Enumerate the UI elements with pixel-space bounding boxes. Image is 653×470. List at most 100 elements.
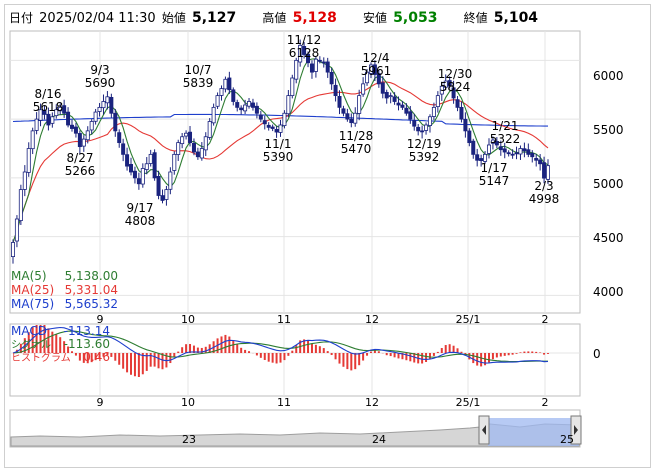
- ma75-legend-name: MA(75): [11, 297, 54, 311]
- candle-body: [431, 106, 436, 117]
- annotation-price: 5390: [263, 150, 294, 164]
- candle-body: [18, 189, 23, 221]
- candle-body: [357, 95, 362, 114]
- candle-body: [66, 111, 71, 126]
- candle-body: [486, 144, 491, 154]
- navigator-left-handle[interactable]: [478, 415, 490, 445]
- candle-body: [89, 121, 94, 131]
- annotation-price: 5470: [341, 142, 372, 156]
- month-label: 10: [181, 396, 195, 409]
- annotation-price: 5961: [361, 64, 392, 78]
- candle-body: [424, 124, 429, 131]
- candle-body: [380, 82, 385, 94]
- candle-body: [125, 154, 130, 167]
- candle-body: [266, 124, 271, 128]
- annotation-price: 5690: [85, 76, 116, 90]
- candle-body: [191, 142, 196, 153]
- candle-body: [121, 143, 126, 155]
- candle-body: [290, 77, 295, 96]
- candle-body: [223, 78, 228, 90]
- candle-body: [30, 130, 35, 150]
- candle-body: [471, 140, 476, 155]
- price-tick: 4000: [593, 285, 624, 299]
- candle-body: [188, 131, 193, 144]
- candle-body: [325, 61, 330, 73]
- candle-body: [542, 162, 547, 179]
- candle-body: [101, 101, 106, 109]
- candle-body: [50, 116, 55, 124]
- candle-body: [160, 195, 165, 201]
- candle-body: [132, 170, 137, 179]
- candle-body: [420, 130, 425, 133]
- ma-legend: MA(5) 5,138.00 MA(25) 5,331.04 MA(75) 5,…: [11, 269, 118, 311]
- candle-body: [129, 164, 134, 173]
- candle-body: [309, 63, 314, 73]
- candle-body: [195, 151, 200, 158]
- candle-body: [333, 84, 338, 97]
- candle-body: [140, 168, 145, 185]
- candle-body: [227, 77, 232, 91]
- candle-body: [427, 116, 432, 126]
- ma5-legend-name: MA(5): [11, 269, 47, 283]
- candle-body: [113, 112, 118, 132]
- navigator-year-label: 24: [372, 433, 386, 446]
- annotation-date: 2/3: [534, 179, 553, 193]
- annotation-date: 11/28: [339, 129, 374, 143]
- ma25-legend-value: 5,331.04: [65, 283, 118, 297]
- hist-legend-name: ヒストグラム: [11, 351, 71, 364]
- candle-body: [498, 146, 503, 151]
- annotation-price: 5618: [33, 100, 64, 114]
- candle-body: [10, 242, 15, 258]
- price-axis: 6000 5500 5000 4500 4000: [593, 69, 624, 299]
- macd-legend-name: MACD: [11, 324, 47, 338]
- candle-body: [341, 108, 346, 114]
- candle-body: [180, 136, 185, 145]
- candle-body: [467, 130, 472, 144]
- candle-body: [514, 152, 519, 155]
- candle-body: [530, 153, 535, 158]
- signal-legend-value: -113.60: [64, 337, 110, 351]
- macd-zero-tick: 0: [593, 347, 601, 361]
- candle-body: [152, 152, 157, 179]
- candle-body: [184, 132, 189, 137]
- month-label: 2: [542, 396, 549, 409]
- candle-body: [412, 120, 417, 127]
- annotation-price: 4998: [529, 192, 560, 206]
- candle-body: [250, 102, 255, 108]
- candle-body: [459, 106, 464, 120]
- price-tick: 5500: [593, 123, 624, 137]
- annotation-date: 9/17: [127, 201, 154, 215]
- candle-body: [85, 130, 90, 141]
- candle-body: [97, 106, 102, 112]
- annotation-price: 5266: [65, 164, 96, 178]
- candle-body: [70, 124, 75, 129]
- candle-body: [349, 118, 354, 124]
- candle-body: [502, 148, 507, 153]
- annotation-date: 12/30: [438, 67, 473, 81]
- annotation-date: 1/21: [492, 119, 519, 133]
- candle-body: [219, 88, 224, 96]
- candle-body: [254, 105, 259, 114]
- candle-body: [329, 71, 334, 85]
- candle-body: [384, 91, 389, 99]
- candle-body: [396, 102, 401, 106]
- annotation-date: 1/17: [481, 161, 508, 175]
- candle-body: [534, 158, 539, 161]
- candle-body: [538, 159, 543, 165]
- annotation-price: 5839: [183, 76, 214, 90]
- annotation-date: 10/7: [185, 63, 212, 77]
- price-tick: 4500: [593, 231, 624, 245]
- candle-body: [286, 95, 291, 115]
- annotation-price: 5147: [479, 174, 510, 188]
- candle-body: [416, 126, 421, 132]
- macd-legend-value: -113.14: [64, 324, 110, 338]
- candle-body: [243, 104, 248, 112]
- candle-body: [506, 152, 511, 155]
- candle-body: [510, 153, 515, 156]
- stock-chart[interactable]: 8/165618 9/35690 8/275266 9/174808 10/75839 1…: [0, 0, 653, 470]
- annotation-date: 11/12: [287, 33, 322, 47]
- hist-legend-value: 0.46: [83, 350, 110, 364]
- candle-body: [172, 153, 177, 171]
- ma5-legend-value: 5,138.00: [65, 269, 118, 283]
- candle-body: [274, 129, 279, 133]
